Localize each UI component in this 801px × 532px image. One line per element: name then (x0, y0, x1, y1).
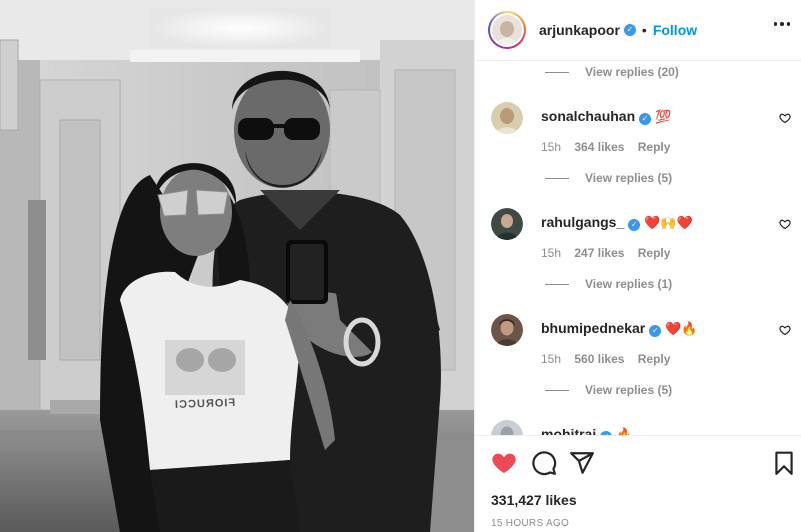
comment-bubble-icon[interactable] (531, 450, 557, 476)
paper-plane-icon[interactable] (569, 450, 595, 476)
reply-button[interactable]: Reply (638, 352, 671, 366)
comment-username[interactable]: bhumipednekar ✓ ❤️🔥 (541, 320, 698, 337)
avatar[interactable] (491, 420, 523, 435)
post-timestamp[interactable]: 15 HOURS AGO (491, 518, 569, 529)
post-photo[interactable]: FIORUCCI (0, 0, 474, 532)
verified-badge-icon: ✓ (639, 113, 652, 125)
comment-meta: 15h 364 likes Reply (541, 140, 680, 154)
comment-item: mohitrai✓🔥 (491, 420, 791, 435)
follow-button[interactable]: Follow (653, 22, 697, 38)
replies-divider (545, 283, 569, 285)
verified-badge-icon: ✓ (628, 219, 641, 231)
bookmark-icon[interactable] (771, 450, 797, 476)
reply-button[interactable]: Reply (638, 140, 671, 154)
post-author-username[interactable]: arjunkapoor (539, 22, 620, 38)
comment-age: 15h (541, 352, 562, 366)
comment-item: bhumipednekar ✓ ❤️🔥 15h 560 likes Reply (491, 314, 791, 374)
comment-author[interactable]: sonalchauhan (541, 108, 635, 124)
comment-text: ❤️🙌❤️ (644, 215, 693, 230)
avatar[interactable] (491, 314, 523, 346)
comment-text: 🔥 (616, 427, 633, 435)
view-replies-button[interactable]: View replies (1) (545, 277, 672, 291)
post-actions: 331,427 likes 15 HOURS AGO (475, 435, 801, 532)
avatar[interactable] (491, 102, 523, 134)
comment-meta: 15h 560 likes Reply (541, 352, 680, 366)
heart-outline-icon[interactable] (779, 112, 791, 124)
comment-likes[interactable]: 247 likes (574, 246, 624, 260)
post-header: arjunkapoor ✓ • Follow (475, 0, 801, 61)
comment-age: 15h (541, 246, 562, 260)
comment-author[interactable]: mohitrai (541, 426, 596, 435)
comment-username[interactable]: sonalchauhan ✓ 💯 (541, 108, 671, 125)
view-replies-button[interactable]: View replies (20) (545, 65, 679, 79)
heart-outline-icon[interactable] (779, 218, 791, 230)
verified-badge-icon: ✓ (649, 325, 662, 337)
comment-likes[interactable]: 560 likes (574, 352, 624, 366)
view-replies-label: View replies (20) (585, 65, 679, 79)
replies-divider (545, 177, 569, 179)
reply-button[interactable]: Reply (638, 246, 671, 260)
view-replies-label: View replies (1) (585, 277, 673, 291)
comment-age: 15h (541, 140, 562, 154)
comment-author[interactable]: rahulgangs_ (541, 214, 624, 230)
view-replies-button[interactable]: View replies (5) (545, 383, 672, 397)
comment-item: sonalchauhan ✓ 💯 15h 364 likes Reply (491, 102, 791, 162)
likes-count[interactable]: 331,427 likes (491, 492, 577, 508)
three-dots-icon[interactable] (773, 22, 790, 26)
comment-likes[interactable]: 364 likes (574, 140, 624, 154)
comment-meta: 15h 247 likes Reply (541, 246, 680, 260)
post-side-panel: arjunkapoor ✓ • Follow View replies (20)… (474, 0, 801, 532)
mirror-selfie-photo (0, 0, 474, 532)
shirt-print-text: FIORUCCI (173, 396, 236, 412)
comment-text: 💯 (655, 109, 672, 124)
comment-author[interactable]: bhumipednekar (541, 320, 645, 336)
heart-filled-icon[interactable] (491, 450, 517, 476)
comment-username[interactable]: mohitrai✓🔥 (541, 426, 632, 435)
comment-text: ❤️🔥 (665, 321, 698, 336)
view-replies-label: View replies (5) (585, 383, 673, 397)
view-replies-button[interactable]: View replies (5) (545, 171, 672, 185)
replies-divider (545, 71, 569, 73)
replies-divider (545, 389, 569, 391)
comments-list[interactable]: View replies (20) sonalchauhan ✓ 💯 15h 364… (475, 61, 801, 435)
heart-outline-icon[interactable] (779, 324, 791, 336)
story-ring[interactable] (488, 11, 526, 49)
comment-item: rahulgangs_ ✓ ❤️🙌❤️ 15h 247 likes Reply (491, 208, 791, 268)
view-replies-label: View replies (5) (585, 171, 673, 185)
separator-dot: • (641, 22, 647, 38)
avatar (492, 15, 522, 45)
avatar[interactable] (491, 208, 523, 240)
comment-username[interactable]: rahulgangs_ ✓ ❤️🙌❤️ (541, 214, 693, 231)
verified-badge-icon: ✓ (623, 24, 636, 36)
